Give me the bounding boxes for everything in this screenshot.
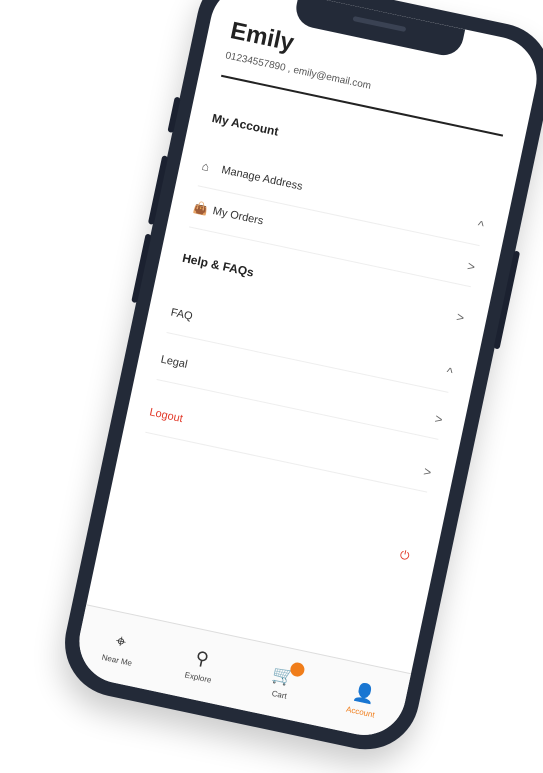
volume-down-button bbox=[131, 233, 152, 304]
chevron-right-icon: > bbox=[422, 463, 433, 480]
speaker bbox=[352, 15, 407, 33]
volume-up-button bbox=[147, 155, 169, 225]
chevron-right-icon: > bbox=[466, 257, 477, 275]
tab-near-me[interactable]: ⌖ Near Me bbox=[82, 624, 158, 672]
tab-cart[interactable]: 🛒 Cart bbox=[244, 659, 320, 707]
phone-frame: Emily 01234557890 , emily@email.com My A… bbox=[55, 0, 543, 760]
tab-explore-label: Explore bbox=[183, 670, 213, 685]
stage: Emily 01234557890 , emily@email.com My A… bbox=[0, 0, 543, 773]
power-icon[interactable]: ⏻ bbox=[398, 548, 411, 565]
chevron-right-icon: > bbox=[433, 410, 445, 427]
tab-explore[interactable]: ⚲ Explore bbox=[163, 641, 239, 689]
tab-account[interactable]: 👤 Account bbox=[325, 676, 401, 724]
location-pin-icon: ⌖ bbox=[113, 630, 128, 653]
tab-cart-label: Cart bbox=[270, 688, 288, 701]
contact-separator: , bbox=[286, 63, 292, 75]
tab-near-me-label: Near Me bbox=[100, 652, 133, 668]
my-account-title: My Account bbox=[210, 110, 280, 139]
search-icon: ⚲ bbox=[193, 647, 211, 670]
phone-screen: Emily 01234557890 , emily@email.com My A… bbox=[71, 0, 543, 743]
tab-account-label: Account bbox=[345, 704, 376, 720]
mute-switch bbox=[167, 96, 181, 134]
user-icon: 👤 bbox=[351, 680, 378, 706]
bottom-tab-bar: ⌖ Near Me ⚲ Explore 🛒 Cart 👤 Account bbox=[71, 604, 412, 743]
chevron-right-icon: > bbox=[455, 308, 466, 325]
